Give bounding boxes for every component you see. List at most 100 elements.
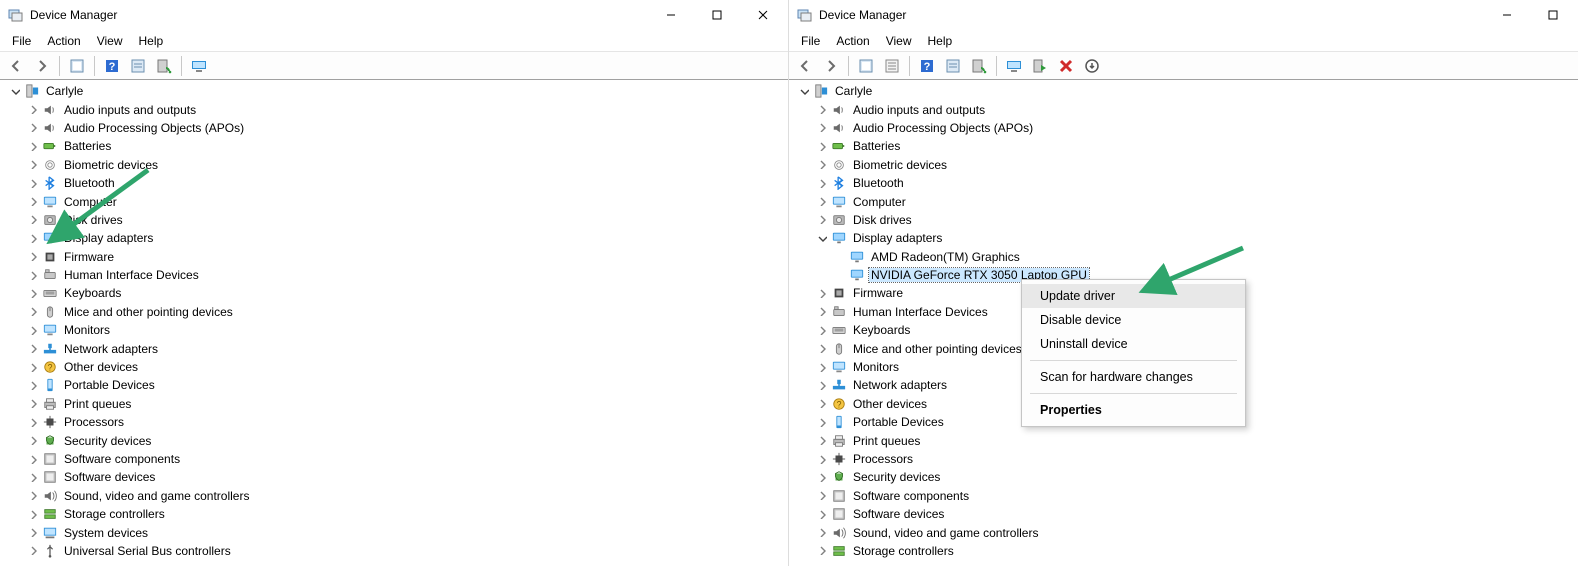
tree-category[interactable]: Security devices (2, 431, 788, 449)
toolbar-scan-button[interactable] (967, 55, 991, 77)
maximize-button[interactable] (694, 0, 740, 30)
tree-category[interactable]: Storage controllers (791, 542, 1578, 560)
titlebar[interactable]: Device Manager (0, 0, 788, 30)
tree-category[interactable]: Audio Processing Objects (APOs) (2, 119, 788, 137)
toolbar-help-button[interactable]: ? (915, 55, 939, 77)
context-menu-item[interactable]: Disable device (1022, 308, 1245, 332)
expand-toggle[interactable] (26, 360, 40, 374)
menu-action[interactable]: Action (828, 32, 877, 50)
tree-category[interactable]: Audio Processing Objects (APOs) (791, 119, 1578, 137)
tree-category[interactable]: Storage controllers (2, 505, 788, 523)
toolbar-back-button[interactable] (793, 55, 817, 77)
tree-category[interactable]: Security devices (791, 468, 1578, 486)
menu-file[interactable]: File (793, 32, 828, 50)
expand-toggle[interactable] (26, 103, 40, 117)
minimize-button[interactable] (648, 0, 694, 30)
context-menu-item[interactable]: Properties (1022, 398, 1245, 422)
close-button[interactable] (740, 0, 786, 30)
minimize-button[interactable] (1484, 0, 1530, 30)
tree-category[interactable]: Keyboards (2, 284, 788, 302)
expand-toggle[interactable] (26, 397, 40, 411)
context-menu-item[interactable]: Scan for hardware changes (1022, 365, 1245, 389)
expand-toggle[interactable] (815, 526, 829, 540)
expand-toggle[interactable] (26, 470, 40, 484)
tree-category[interactable]: Mice and other pointing devices (2, 303, 788, 321)
expand-toggle[interactable] (815, 415, 829, 429)
tree-category[interactable]: Software devices (2, 468, 788, 486)
tree-category[interactable]: Batteries (2, 137, 788, 155)
expand-toggle[interactable] (26, 176, 40, 190)
tree-category[interactable]: Sound, video and game controllers (2, 487, 788, 505)
tree-category[interactable]: Batteries (791, 137, 1578, 155)
tree-category[interactable]: Software components (791, 487, 1578, 505)
tree-category[interactable]: Firmware (2, 248, 788, 266)
expand-toggle[interactable] (26, 305, 40, 319)
tree-category[interactable]: Sound, video and game controllers (791, 523, 1578, 541)
expand-toggle[interactable] (815, 139, 829, 153)
tree-category[interactable]: Biometric devices (791, 156, 1578, 174)
tree-category[interactable]: Bluetooth (791, 174, 1578, 192)
toolbar-disable-button[interactable] (1054, 55, 1078, 77)
menu-view[interactable]: View (878, 32, 920, 50)
expand-toggle[interactable] (26, 286, 40, 300)
tree-device[interactable]: AMD Radeon(TM) Graphics (791, 248, 1578, 266)
expand-toggle[interactable] (815, 470, 829, 484)
expand-toggle[interactable] (815, 507, 829, 521)
tree-category[interactable]: Biometric devices (2, 156, 788, 174)
expand-toggle[interactable] (8, 84, 22, 98)
expand-toggle[interactable] (26, 507, 40, 521)
expand-toggle[interactable] (815, 231, 829, 245)
toolbar-help-button[interactable]: ? (100, 55, 124, 77)
context-menu-item[interactable]: Uninstall device (1022, 332, 1245, 356)
expand-toggle[interactable] (26, 158, 40, 172)
expand-toggle[interactable] (797, 84, 811, 98)
expand-toggle[interactable] (26, 139, 40, 153)
menu-help[interactable]: Help (920, 32, 961, 50)
tree-category[interactable]: Computer (2, 192, 788, 210)
expand-toggle[interactable] (815, 452, 829, 466)
menu-file[interactable]: File (4, 32, 39, 50)
tree-category[interactable]: Monitors (2, 321, 788, 339)
expand-toggle[interactable] (26, 323, 40, 337)
tree-category[interactable]: ?Other devices (2, 358, 788, 376)
expand-toggle[interactable] (815, 544, 829, 558)
toolbar-scan-button[interactable] (152, 55, 176, 77)
expand-toggle[interactable] (26, 268, 40, 282)
expand-toggle[interactable] (815, 342, 829, 356)
expand-toggle[interactable] (26, 434, 40, 448)
toolbar-properties-button[interactable] (941, 55, 965, 77)
expand-toggle[interactable] (815, 103, 829, 117)
tree-category[interactable]: Processors (791, 450, 1578, 468)
expand-toggle[interactable] (26, 121, 40, 135)
menu-action[interactable]: Action (39, 32, 88, 50)
toolbar-properties-button[interactable] (126, 55, 150, 77)
tree-category[interactable]: Software devices (791, 505, 1578, 523)
toolbar-show-hidden-button[interactable] (854, 55, 878, 77)
expand-toggle[interactable] (815, 378, 829, 392)
tree-root[interactable]: Carlyle (791, 82, 1578, 100)
tree-category[interactable]: Print queues (2, 395, 788, 413)
context-menu-item[interactable]: Update driver (1022, 284, 1245, 308)
expand-toggle[interactable] (26, 342, 40, 356)
tree-root[interactable]: Carlyle (2, 82, 788, 100)
menu-view[interactable]: View (89, 32, 131, 50)
tree-category[interactable]: Software components (2, 450, 788, 468)
toolbar-computer-button[interactable] (187, 55, 211, 77)
expand-toggle[interactable] (815, 434, 829, 448)
toolbar-forward-button[interactable] (30, 55, 54, 77)
expand-toggle[interactable] (26, 544, 40, 558)
expand-toggle[interactable] (26, 452, 40, 466)
tree-category[interactable]: Display adapters (791, 229, 1578, 247)
expand-toggle[interactable] (815, 213, 829, 227)
titlebar[interactable]: Device Manager (789, 0, 1578, 30)
expand-toggle[interactable] (26, 195, 40, 209)
tree-category[interactable]: Human Interface Devices (2, 266, 788, 284)
expand-toggle[interactable] (26, 489, 40, 503)
tree-category[interactable]: Audio inputs and outputs (2, 100, 788, 118)
expand-toggle[interactable] (26, 231, 40, 245)
expand-toggle[interactable] (26, 250, 40, 264)
tree-category[interactable]: Universal Serial Bus controllers (2, 542, 788, 560)
expand-toggle[interactable] (26, 526, 40, 540)
toolbar-enable-button[interactable] (1028, 55, 1052, 77)
tree-category[interactable]: Portable Devices (2, 376, 788, 394)
